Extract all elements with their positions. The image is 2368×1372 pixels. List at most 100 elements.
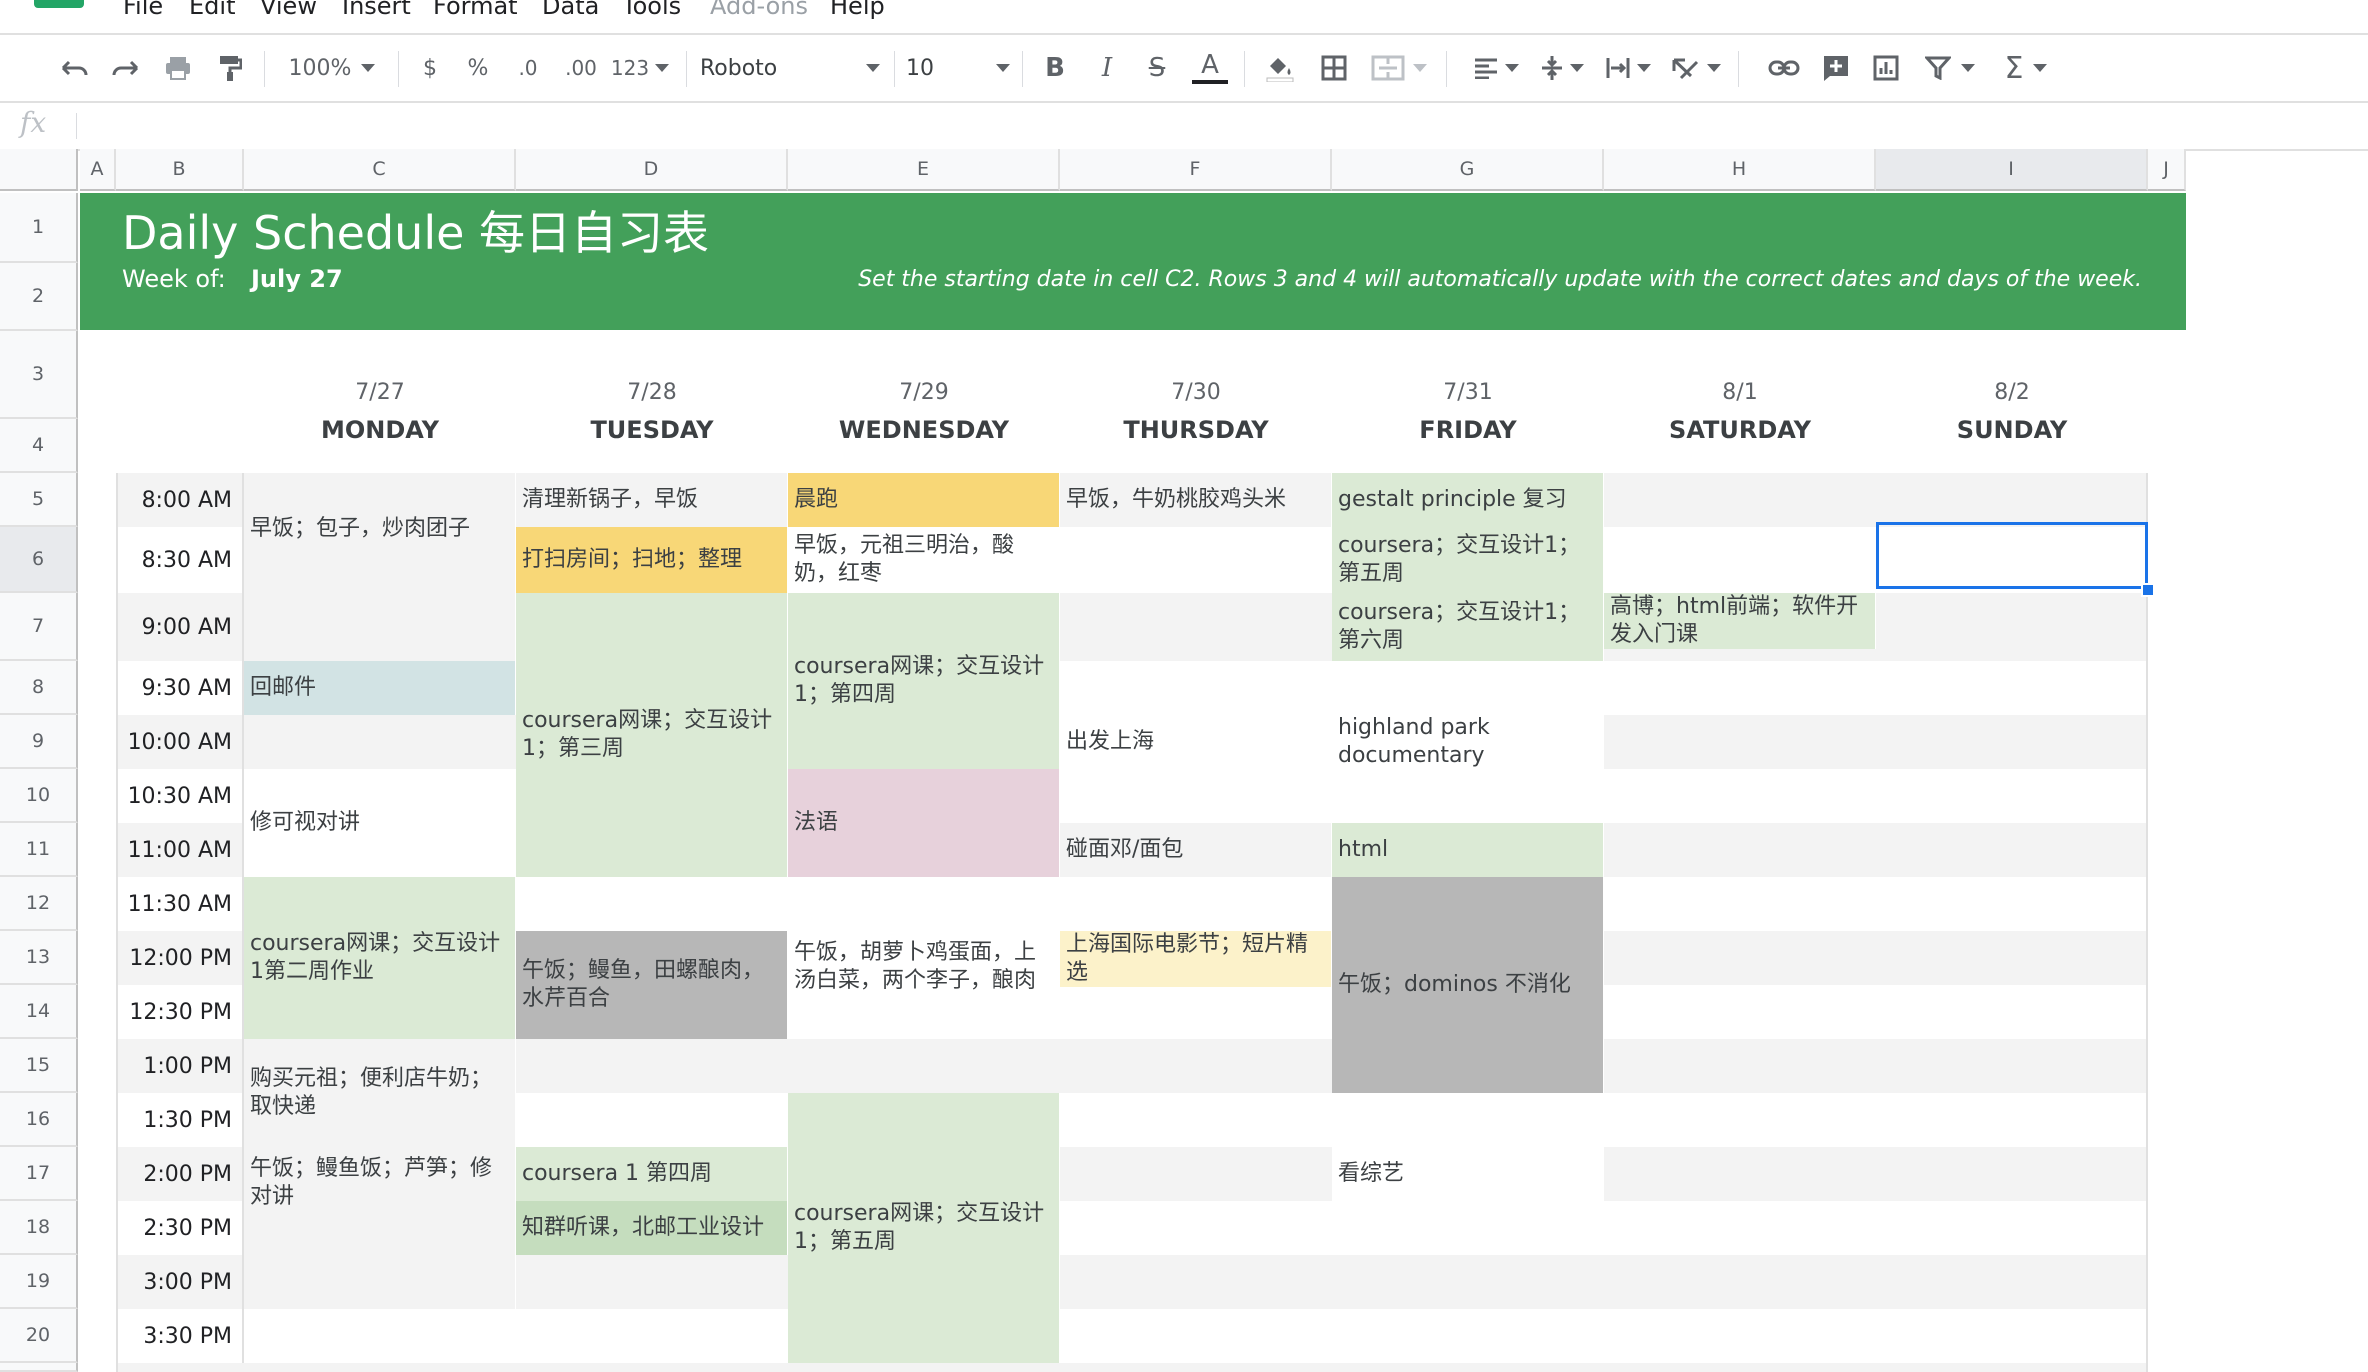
schedule-entry[interactable]: 回邮件	[244, 661, 516, 715]
row-header-6[interactable]: 6	[0, 527, 78, 593]
horizontal-align-icon[interactable]	[1468, 35, 1524, 101]
menu-edit[interactable]: Edit	[189, 0, 235, 20]
row-header-20[interactable]: 20	[0, 1309, 78, 1363]
column-header-i[interactable]: I	[1876, 149, 2148, 191]
more-formats-button[interactable]: 123	[608, 35, 672, 101]
select-all-corner[interactable]	[0, 149, 78, 191]
schedule-entry[interactable]: coursera；交互设计1；第六周	[1332, 593, 1604, 661]
row-header-1[interactable]: 1	[0, 193, 78, 263]
schedule-entry[interactable]: 知群听课，北邮工业设计	[516, 1201, 788, 1255]
schedule-entry[interactable]: coursera网课；交互设计1；第五周	[788, 1093, 1060, 1363]
insert-link-icon[interactable]	[1764, 35, 1804, 101]
menu-addons[interactable]: Add-ons	[710, 0, 808, 20]
schedule-entry[interactable]: 上海国际电影节；短片精选	[1060, 931, 1332, 987]
menu-file[interactable]: File	[123, 0, 163, 20]
column-header-d[interactable]: D	[516, 149, 788, 191]
strikethrough-button[interactable]: S	[1138, 35, 1176, 101]
schedule-entry[interactable]: coursera；交互设计1；第五周	[1332, 527, 1604, 593]
week-value[interactable]: July 27	[251, 265, 343, 293]
menu-insert[interactable]: Insert	[342, 0, 411, 20]
schedule-entry[interactable]: 午饭，胡萝卜鸡蛋面，上汤白菜，两个李子，酿肉	[788, 931, 1060, 1039]
schedule-entry[interactable]: 碰面邓/面包	[1060, 823, 1332, 877]
functions-icon[interactable]: Σ	[1998, 35, 2054, 101]
redo-icon[interactable]	[106, 35, 146, 101]
row-header-10[interactable]: 10	[0, 769, 78, 823]
row-header-13[interactable]: 13	[0, 931, 78, 985]
italic-button[interactable]: I	[1088, 35, 1126, 101]
print-icon[interactable]	[158, 35, 198, 101]
schedule-entry[interactable]: 午饭；dominos 不消化	[1332, 877, 1604, 1093]
schedule-entry[interactable]: gestalt principle 复习	[1332, 473, 1604, 527]
row-header-9[interactable]: 9	[0, 715, 78, 769]
row-header-8[interactable]: 8	[0, 661, 78, 715]
formula-input[interactable]	[90, 111, 2290, 141]
column-header-j[interactable]: J	[2148, 149, 2186, 191]
row-header-2[interactable]: 2	[0, 263, 78, 331]
increase-decimals-button[interactable]: .00	[556, 35, 606, 101]
row-header-4[interactable]: 4	[0, 419, 78, 473]
schedule-entry[interactable]: 法语	[788, 769, 1060, 877]
row-header-14[interactable]: 14	[0, 985, 78, 1039]
schedule-entry[interactable]: 看综艺	[1332, 1093, 1604, 1255]
row-header-17[interactable]: 17	[0, 1147, 78, 1201]
borders-icon[interactable]	[1312, 35, 1356, 101]
row-header-19[interactable]: 19	[0, 1255, 78, 1309]
undo-icon[interactable]	[54, 35, 94, 101]
column-header-a[interactable]: A	[80, 149, 116, 191]
schedule-entry[interactable]: 出发上海	[1060, 661, 1332, 823]
text-color-button[interactable]: A	[1188, 35, 1232, 101]
schedule-entry[interactable]: 打扫房间；扫地；整理	[516, 527, 788, 593]
schedule-entry[interactable]: 早饭，牛奶桃胶鸡头米	[1060, 473, 1332, 527]
schedule-entry[interactable]: 晨跑	[788, 473, 1060, 527]
column-header-e[interactable]: E	[788, 149, 1060, 191]
schedule-entry[interactable]: coursera网课；交互设计1；第四周	[788, 593, 1060, 769]
schedule-entry[interactable]: coursera网课；交互设计1第二周作业	[244, 877, 516, 1039]
insert-chart-icon[interactable]	[1868, 35, 1904, 101]
schedule-entry[interactable]: 高博；html前端；软件开发入门课	[1604, 593, 1876, 649]
schedule-entry[interactable]: 购买元祖；便利店牛奶；取快递	[244, 1039, 516, 1147]
column-header-g[interactable]: G	[1332, 149, 1604, 191]
row-header-16[interactable]: 16	[0, 1093, 78, 1147]
bold-button[interactable]: B	[1036, 35, 1074, 101]
row-header-7[interactable]: 7	[0, 593, 78, 661]
schedule-entry[interactable]: 早饭，元祖三明治，酸奶，红枣	[788, 527, 1060, 593]
schedule-entry[interactable]: 午饭；鳗鱼饭；芦笋；修对讲	[244, 1147, 516, 1309]
column-header-b[interactable]: B	[116, 149, 244, 191]
schedule-entry[interactable]: html	[1332, 823, 1604, 877]
decrease-decimals-button[interactable]: .0	[506, 35, 550, 101]
text-rotation-icon[interactable]	[1666, 35, 1726, 101]
column-header-c[interactable]: C	[244, 149, 516, 191]
vertical-align-icon[interactable]	[1534, 35, 1590, 101]
font-select[interactable]: Roboto	[700, 35, 880, 101]
schedule-entry[interactable]: coursera网课；交互设计1；第三周	[516, 593, 788, 877]
menu-view[interactable]: View	[260, 0, 317, 20]
menu-format[interactable]: Format	[433, 0, 518, 20]
text-wrapping-icon[interactable]	[1600, 35, 1656, 101]
schedule-entry[interactable]: coursera 1 第四周	[516, 1147, 788, 1201]
currency-format-button[interactable]: $	[412, 35, 448, 101]
insert-comment-icon[interactable]	[1818, 35, 1854, 101]
fill-color-icon[interactable]	[1258, 35, 1302, 101]
row-header-15[interactable]: 15	[0, 1039, 78, 1093]
row-header-3[interactable]: 3	[0, 331, 78, 419]
row-header-18[interactable]: 18	[0, 1201, 78, 1255]
filter-icon[interactable]	[1920, 35, 1980, 101]
merge-cells-icon[interactable]	[1364, 35, 1434, 101]
menu-data[interactable]: Data	[542, 0, 599, 20]
percent-format-button[interactable]: %	[460, 35, 496, 101]
fill-handle[interactable]	[2141, 583, 2155, 597]
schedule-entry[interactable]: 清理新锅子，早饭	[516, 473, 788, 527]
row-header-12[interactable]: 12	[0, 877, 78, 931]
paint-format-icon[interactable]	[210, 35, 250, 101]
row-header-11[interactable]: 11	[0, 823, 78, 877]
row-header-5[interactable]: 5	[0, 473, 78, 527]
schedule-entry[interactable]: highland park documentary	[1332, 661, 1604, 823]
font-size-select[interactable]: 10	[906, 35, 1010, 101]
schedule-entry[interactable]: 修可视对讲	[244, 769, 516, 877]
sheets-logo[interactable]	[34, 0, 84, 8]
schedule-entry[interactable]: 午饭；鳗鱼，田螺酿肉，水芹百合	[516, 931, 788, 1039]
column-header-h[interactable]: H	[1604, 149, 1876, 191]
menu-help[interactable]: Help	[830, 0, 885, 20]
menu-tools[interactable]: Tools	[622, 0, 681, 20]
active-cell-selection[interactable]	[1876, 522, 2148, 589]
